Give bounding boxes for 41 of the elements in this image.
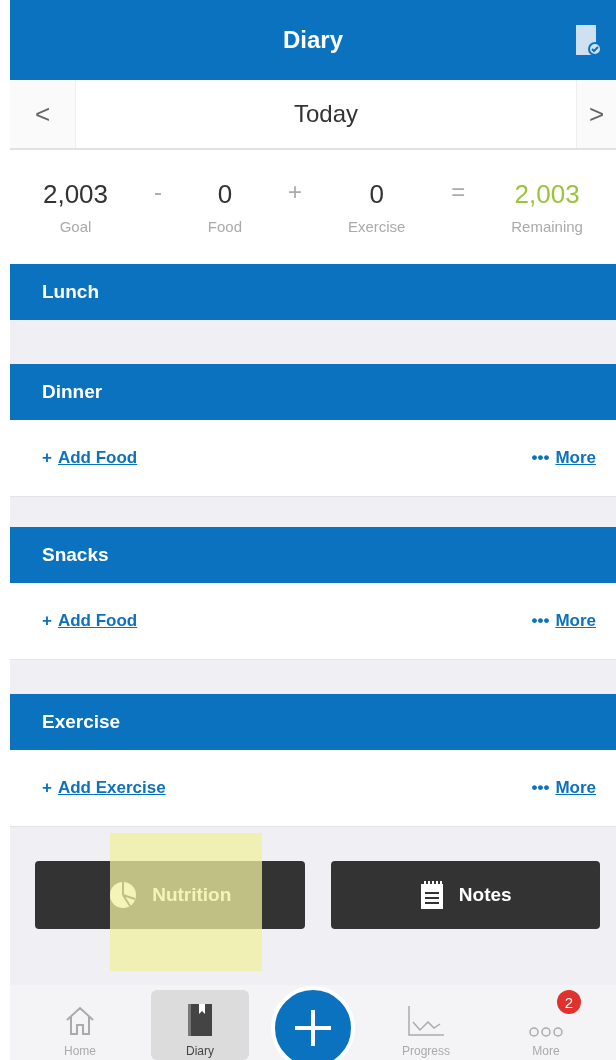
nav-tab[interactable]: More 2 — [497, 990, 595, 1060]
window-title: Diary — [282, 26, 343, 54]
section-header: Snacks — [10, 527, 616, 583]
ellipsis-icon: ••• — [531, 448, 550, 468]
section-header: Dinner — [10, 364, 616, 420]
calorie-value: 2,003 — [514, 179, 580, 210]
operator-sign: = — [451, 178, 466, 206]
ellipsis-icon: ••• — [531, 778, 550, 798]
plus-icon: + — [42, 448, 52, 468]
more-link[interactable]: More — [555, 611, 596, 631]
calorie-value: 0 — [369, 179, 384, 210]
add-link[interactable]: Add Food — [57, 448, 138, 468]
more-link[interactable]: More — [555, 778, 596, 798]
calorie-label: Exercise — [347, 218, 406, 235]
previous-day-button[interactable]: < — [10, 80, 76, 148]
date-label: Today — [292, 99, 359, 129]
calorie-value: 2,003 — [42, 179, 109, 210]
calorie-label: Goal — [59, 218, 92, 235]
more-link[interactable]: More — [555, 448, 596, 468]
next-day-button[interactable]: > — [576, 80, 616, 148]
ellipsis-icon: ••• — [531, 611, 550, 631]
line-chart-icon — [406, 1004, 446, 1038]
calorie-label: Remaining — [511, 218, 583, 235]
operator-sign: + — [287, 178, 302, 206]
add-link[interactable]: Add Food — [57, 611, 138, 631]
nav-tab[interactable]: Diary — [151, 990, 249, 1060]
section-header: Lunch — [10, 264, 616, 320]
more-icon — [528, 1026, 564, 1038]
plus-icon: + — [42, 611, 52, 631]
notepad-icon — [418, 880, 445, 910]
add-link[interactable]: Add Exercise — [57, 778, 166, 798]
notebook-check-icon[interactable] — [574, 24, 602, 58]
book-icon — [185, 1002, 215, 1038]
calorie-value: 0 — [217, 179, 233, 210]
section-header: Exercise — [10, 694, 616, 750]
notes-button[interactable]: Notes — [330, 861, 600, 929]
plus-icon: + — [42, 778, 52, 798]
plus-icon — [293, 1008, 333, 1048]
calorie-label: Food — [207, 218, 243, 235]
operator-sign: - — [153, 178, 162, 206]
notification-badge: 2 — [557, 990, 581, 1014]
